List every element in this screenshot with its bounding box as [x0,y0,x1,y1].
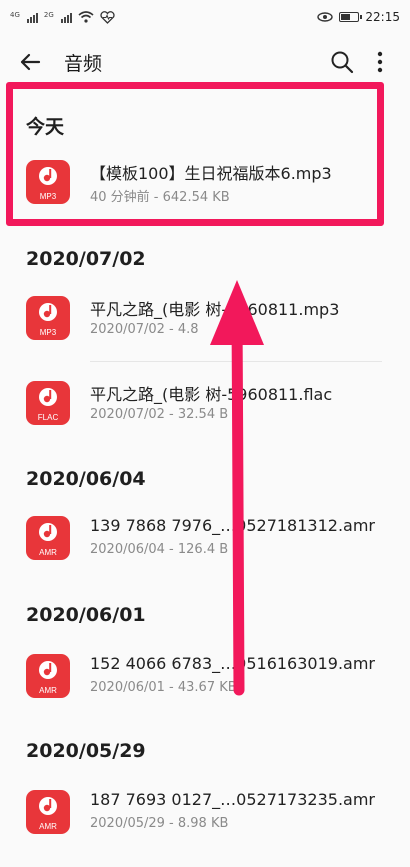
file-meta: 2020/05/29 - 8.98 KB [90,816,229,831]
app-header: 音频 [0,38,410,86]
file-meta: 40 分钟前 - 642.54 KB [90,190,230,205]
search-button[interactable] [326,46,358,78]
list-item[interactable]: FLAC 平凡之路_(电影 树-5960811.flac 2020/07/02 … [0,373,410,439]
battery-icon [339,12,363,22]
list-item[interactable]: AMR 152 4066 6783_…0516163019.amr 2020/0… [0,646,410,712]
section-header-today: 今天 [26,116,65,138]
file-ext-label: AMR [39,822,57,831]
file-ext-label: MP3 [39,328,57,337]
signal-icon-2 [60,11,72,23]
section-header-date: 2020/06/04 [26,468,146,490]
amr-file-icon: AMR [26,516,70,560]
search-icon [331,51,354,74]
section-header-date: 2020/06/01 [26,604,146,626]
file-name: 152 4066 6783_…0516163019.amr [90,654,375,673]
more-vert-icon [377,51,383,73]
amr-file-icon: AMR [26,654,70,698]
eye-comfort-icon [317,12,334,22]
network-type-2: 2G [43,10,54,19]
file-name: 187 7693 0127_…0527173235.amr [90,790,375,809]
file-ext-label: FLAC [37,413,59,422]
file-ext-label: MP3 [39,192,57,201]
file-meta: 2020/06/04 - 126.4 B [90,542,229,557]
file-meta: 2020/07/02 - 32.54 B [90,407,229,422]
back-button[interactable] [14,46,46,78]
more-button[interactable] [364,46,396,78]
file-name: 平凡之路_(电影 树-5960811.flac [90,385,333,404]
list-item[interactable]: AMR 187 7693 0127_…0527173235.amr 2020/0… [0,782,410,848]
section-header-date: 2020/05/29 [26,740,146,762]
arrow-left-icon [20,53,41,71]
wifi-icon [78,11,94,23]
status-time: 22:15 [365,10,400,24]
divider [90,361,382,362]
mp3-file-icon: MP3 [26,160,70,204]
list-item[interactable]: MP3 【模板100】生日祝福版本6.mp3 40 分钟前 - 642.54 K… [0,152,410,218]
file-name: 平凡之路_(电影 树-5960811.mp3 [90,300,340,319]
status-bar: 4G 2G 22:15 [0,0,410,34]
amr-file-icon: AMR [26,790,70,834]
file-name: 139 7868 7976_…0527181312.amr [90,516,375,535]
status-left: 4G 2G [10,11,115,24]
section-header-date: 2020/07/02 [26,248,146,270]
signal-icon [26,11,38,23]
file-name: 【模板100】生日祝福版本6.mp3 [90,164,332,183]
status-right: 22:15 [317,10,400,24]
file-meta: 2020/07/02 - 4.8 [90,322,199,337]
file-ext-label: AMR [39,548,57,557]
network-type-1: 4G [10,10,20,19]
file-ext-label: AMR [39,686,57,695]
list-item[interactable]: AMR 139 7868 7976_…0527181312.amr 2020/0… [0,508,410,574]
file-meta: 2020/06/01 - 43.67 KB [90,680,237,695]
heart-monitor-icon [100,10,115,24]
mp3-file-icon: MP3 [26,296,70,340]
list-item[interactable]: MP3 平凡之路_(电影 树-5960811.mp3 2020/07/02 - … [0,288,410,354]
flac-file-icon: FLAC [26,381,70,425]
page-title: 音频 [64,52,103,75]
